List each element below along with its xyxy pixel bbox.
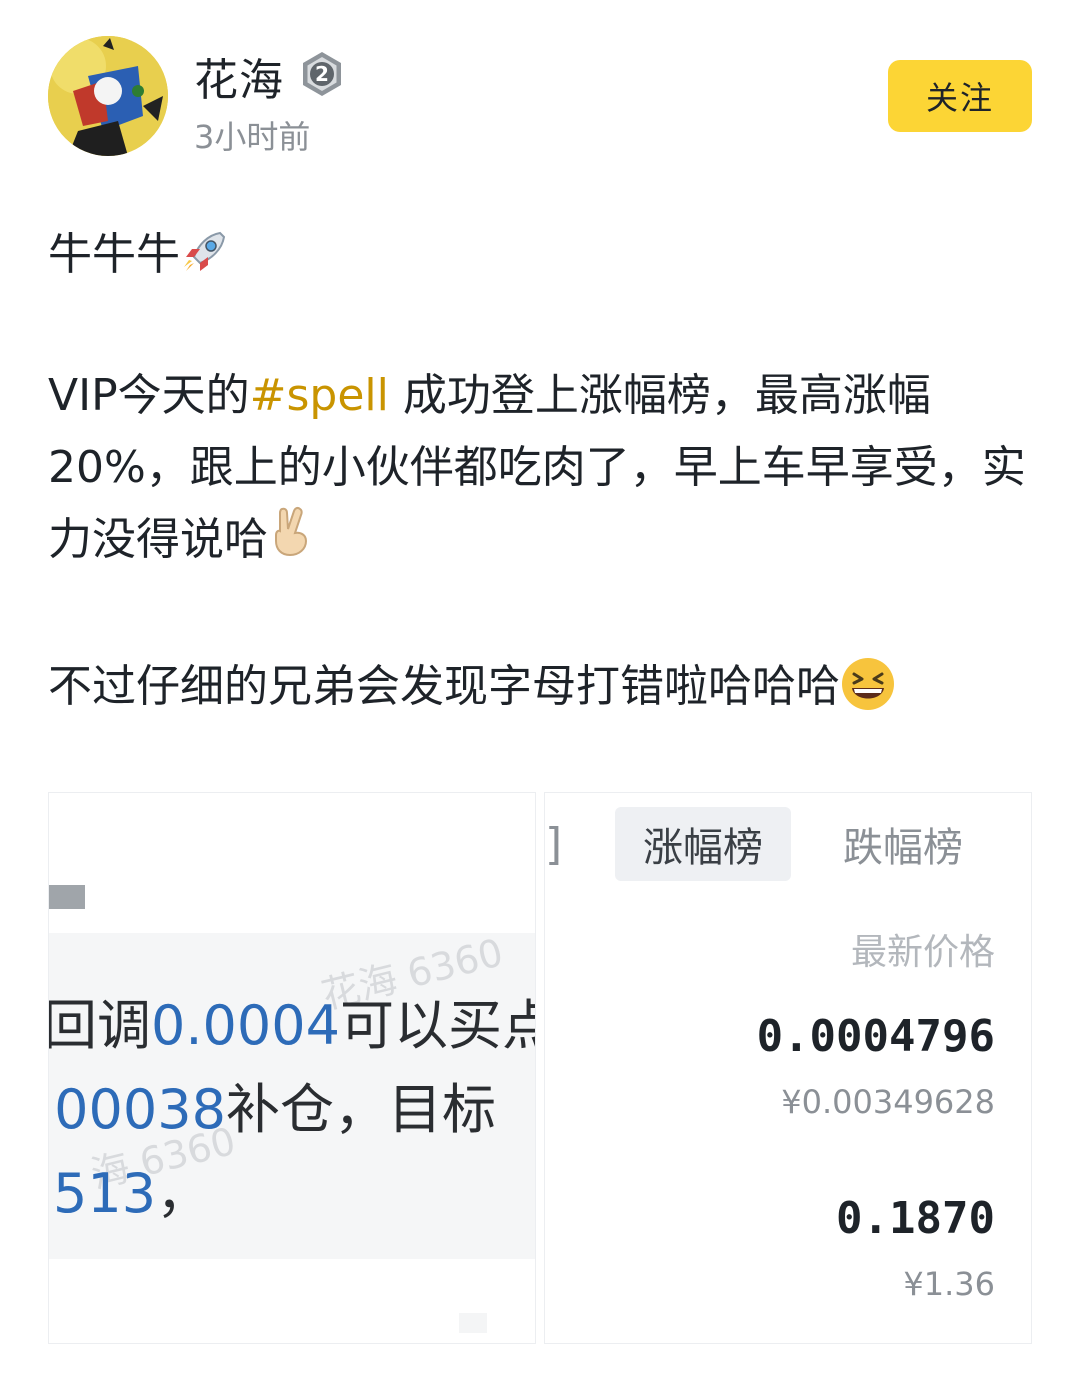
post-line-1: 牛牛牛 <box>48 218 230 288</box>
row-1-price: 0.0004796 <box>756 1011 995 1062</box>
grinning-squint-icon <box>840 656 896 723</box>
follow-button[interactable]: 关注 <box>888 60 1032 132</box>
post-paragraph-2: VIP今天的#spell 成功登上涨幅榜，最高涨幅20%，跟上的小伙伴都吃肉了，… <box>48 360 1038 579</box>
post-text-1: 牛牛牛 <box>48 229 180 280</box>
avatar[interactable] <box>48 36 168 156</box>
level-badge-text: 2 <box>315 62 329 86</box>
tab-bracket: ] <box>545 819 563 870</box>
hashtag-link[interactable]: #spell <box>250 370 389 421</box>
rocket-icon <box>180 227 230 288</box>
tab-losers[interactable]: 跌幅榜 <box>843 807 963 881</box>
row-2-cny: ¥1.36 <box>903 1265 995 1303</box>
row-1-cny: ¥0.00349628 <box>781 1083 995 1121</box>
row-2-price: 0.1870 <box>836 1193 995 1244</box>
attached-image-chat[interactable]: 花海 6360 海 6360 回调0.0004可以买点 .00038补仓，目标 … <box>48 792 536 1344</box>
post-text-3: 不过仔细的兄弟会发现字母打错啦哈哈哈 <box>48 661 840 712</box>
author-name[interactable]: 花海 <box>194 44 284 108</box>
chat-line-3: 513， <box>53 1162 211 1225</box>
post-header: 花海 2 3小时前 关注 <box>0 0 1079 170</box>
level-badge-icon: 2 <box>303 52 341 96</box>
column-header-price: 最新价格 <box>850 932 995 973</box>
faint-block <box>459 1313 487 1333</box>
attached-image-gainers[interactable]: ] 涨幅榜 跌幅榜 最新价格 0.0004796 ¥0.00349628 0.1… <box>544 792 1032 1344</box>
chat-line-1: 回调0.0004可以买点 <box>48 994 536 1057</box>
post-time: 3小时前 <box>194 118 311 156</box>
chat-line-2: .00038补仓，目标 <box>48 1078 496 1141</box>
tab-gainers[interactable]: 涨幅榜 <box>615 807 791 881</box>
post-text-2a: VIP今天的 <box>48 370 250 421</box>
grey-block <box>49 885 85 909</box>
post-paragraph-3: 不过仔细的兄弟会发现字母打错啦哈哈哈 <box>48 650 896 723</box>
victory-hand-icon <box>268 505 316 579</box>
